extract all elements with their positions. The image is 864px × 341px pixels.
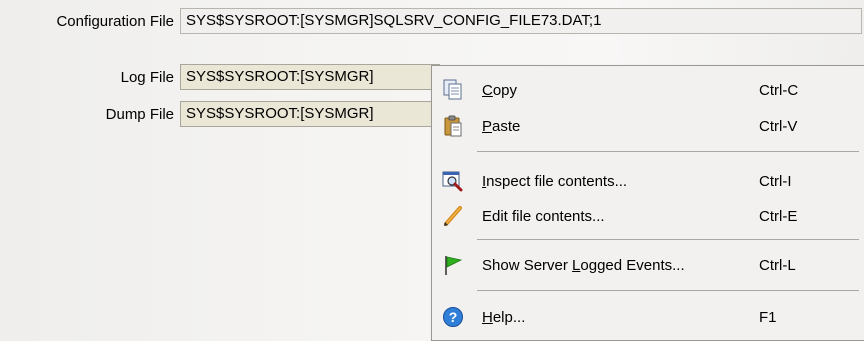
copy-icon — [441, 78, 465, 102]
menu-shortcut-inspect-file: Ctrl-I — [759, 172, 792, 190]
menu-item-inspect-file[interactable]: Inspect file contents... Ctrl-I — [432, 164, 864, 198]
inspect-icon — [441, 169, 465, 193]
paste-icon — [441, 114, 465, 138]
context-menu: Copy Ctrl-C Paste Ctrl-V Inspect file co… — [431, 65, 864, 341]
log-file-label-cell: Log File — [0, 62, 174, 92]
dump-file-label-cell: Dump File — [0, 99, 174, 129]
menu-shortcut-help: F1 — [759, 308, 777, 326]
menu-item-copy[interactable]: Copy Ctrl-C — [432, 73, 864, 107]
menu-item-show-logged-events[interactable]: Show Server Logged Events... Ctrl-L — [432, 248, 864, 282]
log-file-row: Log File — [0, 62, 174, 92]
dump-file-field[interactable]: SYS$SYSROOT:[SYSMGR] — [180, 101, 440, 127]
config-file-label: Configuration File — [56, 12, 174, 30]
config-file-label-cell: Configuration File — [0, 6, 174, 36]
svg-text:?: ? — [449, 309, 458, 325]
menu-separator — [477, 151, 859, 152]
menu-item-paste[interactable]: Paste Ctrl-V — [432, 109, 864, 143]
log-file-label: Log File — [120, 68, 174, 86]
config-file-row: Configuration File — [0, 6, 174, 36]
menu-label-edit-file: Edit file contents... — [482, 207, 605, 225]
menu-label-inspect-file: Inspect file contents... — [482, 172, 628, 190]
pencil-icon — [441, 204, 465, 228]
dump-file-label: Dump File — [105, 105, 174, 123]
menu-shortcut-show-logged-events: Ctrl-L — [759, 256, 796, 274]
dump-file-row: Dump File — [0, 99, 174, 129]
flag-icon — [441, 253, 465, 277]
menu-label-show-logged-events: Show Server Logged Events... — [482, 256, 685, 274]
menu-shortcut-copy: Ctrl-C — [759, 81, 799, 99]
help-icon: ? — [441, 305, 465, 329]
log-file-field[interactable]: SYS$SYSROOT:[SYSMGR] — [180, 64, 440, 90]
menu-label-help: Help... — [482, 308, 526, 326]
menu-item-edit-file[interactable]: Edit file contents... Ctrl-E — [432, 199, 864, 233]
menu-separator — [477, 239, 859, 240]
menu-shortcut-edit-file: Ctrl-E — [759, 207, 798, 225]
menu-separator — [477, 290, 859, 291]
menu-shortcut-paste: Ctrl-V — [759, 117, 798, 135]
menu-item-help[interactable]: ? Help... F1 — [432, 300, 864, 334]
menu-label-paste: Paste — [482, 117, 521, 135]
config-file-field[interactable]: SYS$SYSROOT:[SYSMGR]SQLSRV_CONFIG_FILE73… — [180, 8, 862, 34]
menu-label-copy: Copy — [482, 81, 518, 99]
